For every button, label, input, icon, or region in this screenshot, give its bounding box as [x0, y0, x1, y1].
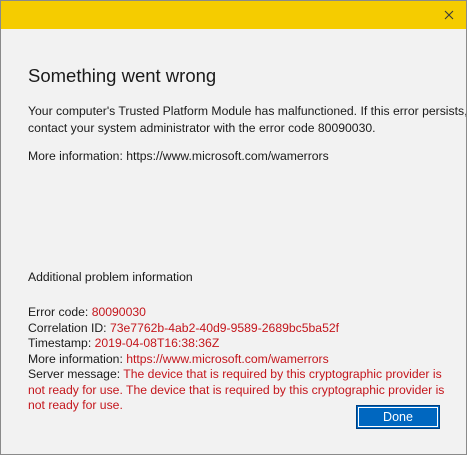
additional-info-heading: Additional problem information [28, 270, 193, 284]
dialog-title: Something went wrong [28, 65, 217, 86]
correlation-id-row: Correlation ID: 73e7762b-4ab2-40d9-9589-… [28, 321, 453, 337]
description-line-2: contact your system administrator with t… [28, 121, 376, 135]
details-more-info-link[interactable]: https://www.microsoft.com/wamerrors [126, 352, 329, 366]
timestamp-value: 2019-04-08T16:38:36Z [94, 336, 220, 350]
problem-details: Error code: 80090030 Correlation ID: 73e… [28, 305, 453, 414]
correlation-id-label: Correlation ID: [28, 320, 107, 335]
more-information: More information: https://www.microsoft.… [28, 149, 329, 163]
more-info-row: More information: https://www.microsoft.… [28, 352, 453, 368]
more-info-link[interactable]: https://www.microsoft.com/wamerrors [126, 149, 329, 163]
timestamp-label: Timestamp: [28, 336, 92, 350]
done-button[interactable]: Done [356, 405, 440, 429]
timestamp-row: Timestamp: 2019-04-08T16:38:36Z [28, 336, 453, 352]
error-code-row: Error code: 80090030 [28, 305, 453, 321]
error-description: Your computer's Trusted Platform Module … [28, 103, 467, 137]
correlation-id-value: 73e7762b-4ab2-40d9-9589-2689bc5ba52f [109, 320, 340, 335]
more-info-label: More information: [28, 149, 123, 163]
error-code-value: 80090030 [91, 305, 146, 319]
details-more-info-label: More information: [28, 351, 123, 366]
close-button[interactable] [432, 1, 466, 29]
error-code-label: Error code: [28, 305, 89, 319]
close-icon [444, 10, 454, 20]
error-dialog: Something went wrong Your computer's Tru… [0, 0, 467, 455]
server-message-label: Server message: [28, 367, 121, 381]
title-bar [1, 1, 466, 29]
description-line-1: Your computer's Trusted Platform Module … [28, 104, 467, 118]
